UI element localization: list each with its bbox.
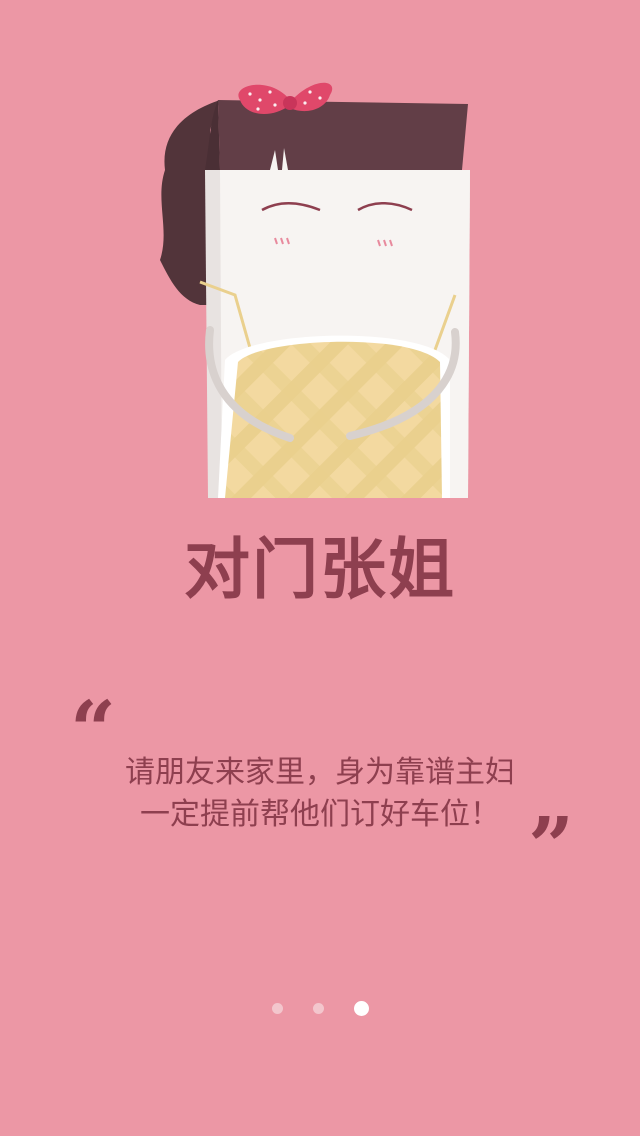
page-dot-1[interactable] <box>271 1002 283 1014</box>
close-quote-icon: ” <box>528 799 575 893</box>
quote-line-1: 请朋友来家里，身为靠谱主妇 <box>125 755 515 790</box>
page-title: 对门张姐 <box>184 531 456 608</box>
housewife-illustration <box>150 70 490 510</box>
onboarding-screen: 对门张姐 “ 请朋友来家里，身为靠谱主妇 一定提前帮他们订好车位！ ” <box>0 0 640 1136</box>
page-indicator[interactable] <box>0 1000 640 1016</box>
quote-text: 请朋友来家里，身为靠谱主妇 一定提前帮他们订好车位！ <box>60 752 580 836</box>
quote-line-2: 一定提前帮他们订好车位！ <box>140 797 500 832</box>
page-dot-2[interactable] <box>312 1002 324 1014</box>
page-dot-3-active[interactable] <box>353 1000 369 1016</box>
